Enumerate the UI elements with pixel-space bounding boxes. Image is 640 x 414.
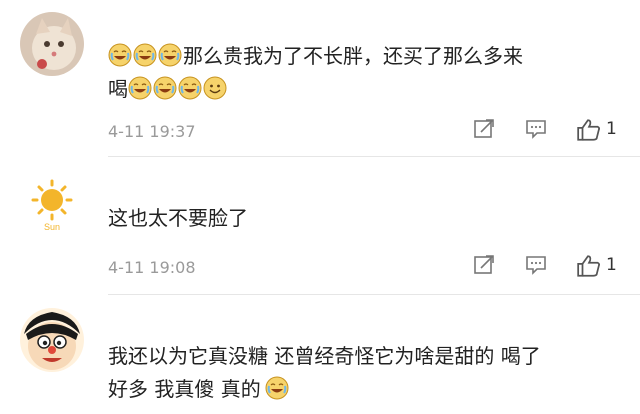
cry-laugh-emoji: [128, 76, 152, 100]
comment-text-line2: 喝: [108, 77, 128, 101]
comment-time: 4-11 19:08: [108, 258, 196, 277]
comment-text-line1: 那么贵我为了不长胖，还买了那么多来: [183, 44, 523, 68]
cartoon-face-avatar[interactable]: [20, 308, 84, 372]
cry-laugh-emoji: [265, 376, 289, 400]
share-button[interactable]: [472, 253, 496, 281]
cat-avatar[interactable]: [20, 12, 84, 76]
like-button[interactable]: 1: [576, 253, 636, 281]
cry-laugh-emoji: [108, 43, 132, 67]
reply-button[interactable]: [524, 253, 548, 281]
cry-laugh-emoji: [158, 43, 182, 67]
thumbs-up-icon: [576, 117, 602, 143]
smile-emoji: [203, 76, 227, 100]
cry-laugh-emoji: [178, 76, 202, 100]
comment-time: 4-11 19:37: [108, 122, 196, 141]
divider: [108, 156, 640, 157]
thumbs-up-icon: [576, 253, 602, 279]
comment-text-line1: 我还以为它真没糖 还曾经奇怪它为啥是甜的 喝了: [108, 344, 541, 368]
like-count: 1: [606, 255, 617, 275]
share-icon: [472, 253, 496, 277]
cry-laugh-emoji: [133, 43, 157, 67]
divider: [108, 294, 640, 295]
sun-avatar-label: Sun: [44, 222, 60, 232]
like-button[interactable]: 1: [576, 117, 636, 145]
comment-text: 我还以为它真没糖 还曾经奇怪它为啥是甜的 喝了 好多 我真傻 真的: [108, 340, 628, 406]
share-icon: [472, 117, 496, 141]
comment-text: 那么贵我为了不长胖，还买了那么多来 喝: [108, 40, 628, 106]
like-count: 1: [606, 119, 617, 139]
share-button[interactable]: [472, 117, 496, 145]
sun-avatar[interactable]: Sun: [20, 172, 84, 236]
comment-text-line1: 这也太不要脸了: [108, 206, 248, 230]
comment-text: 这也太不要脸了: [108, 202, 628, 235]
comment-icon: [524, 253, 548, 277]
reply-button[interactable]: [524, 117, 548, 145]
cry-laugh-emoji: [153, 76, 177, 100]
comment-icon: [524, 117, 548, 141]
comment-text-line2: 好多 我真傻 真的: [108, 377, 261, 401]
